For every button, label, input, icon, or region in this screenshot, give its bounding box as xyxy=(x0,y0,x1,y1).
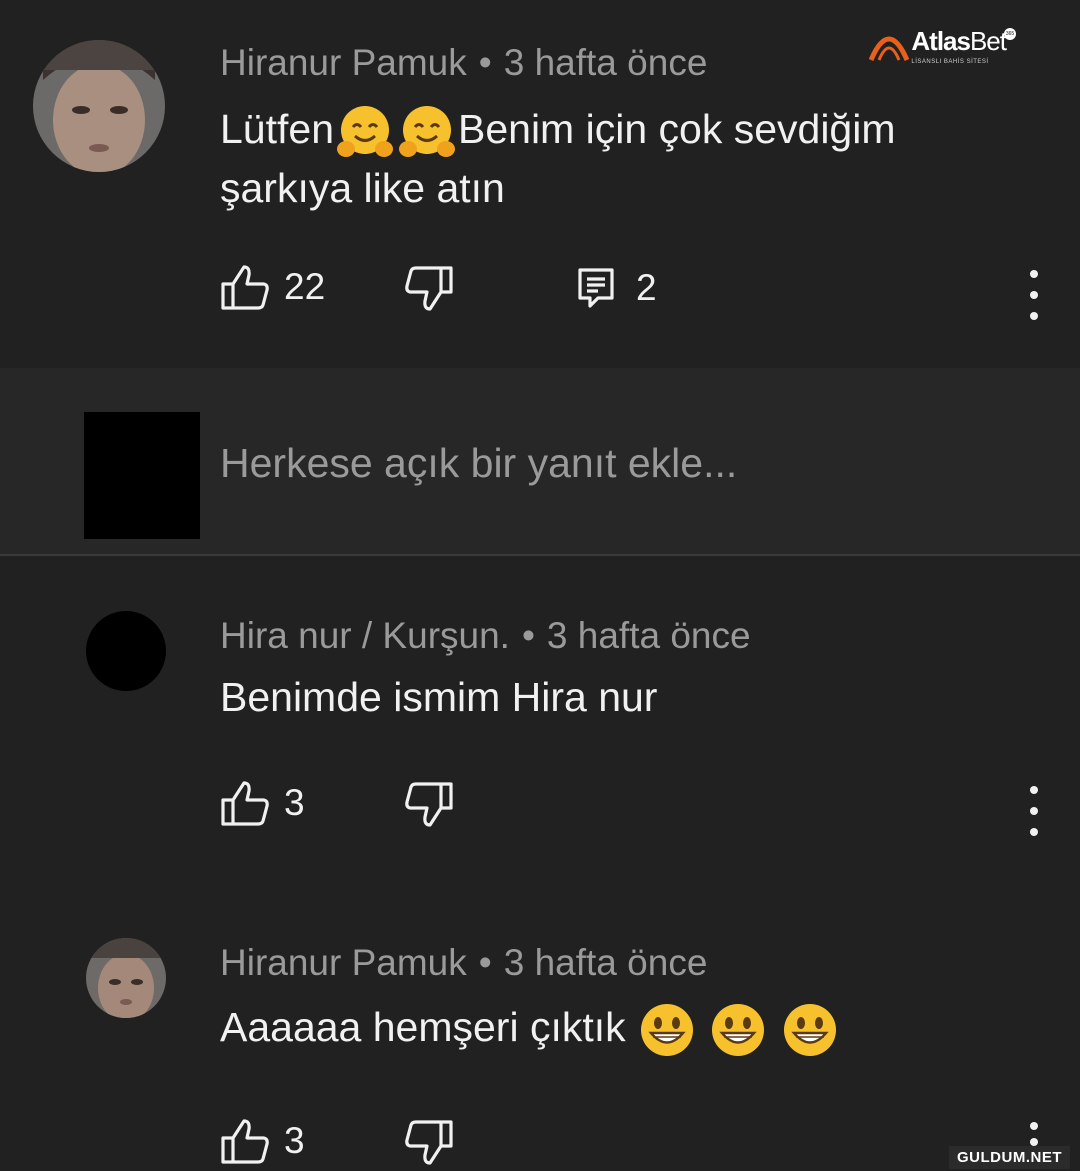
atlasbet-logo: AtlasBet LİSANSLI BAHİS SİTESİ 365 xyxy=(869,26,1016,65)
comment-author[interactable]: Hiranur Pamuk xyxy=(220,942,467,983)
comment-text: Lütfen Benim için çok sevdiğim şarkıya li… xyxy=(220,102,1020,216)
avatar[interactable] xyxy=(86,611,166,691)
more-dot xyxy=(1030,786,1038,794)
comment-icon xyxy=(578,268,614,308)
thumbs-up-icon xyxy=(221,1119,269,1164)
hugging-face-icon xyxy=(399,106,455,158)
dislike-button[interactable] xyxy=(404,1118,454,1168)
dislike-button[interactable] xyxy=(404,780,454,830)
comment-time: 3 hafta önce xyxy=(546,615,751,656)
user-avatar xyxy=(84,412,200,539)
dislike-button[interactable] xyxy=(404,264,454,314)
like-count: 3 xyxy=(284,1120,305,1161)
comment-time: 3 hafta önce xyxy=(503,942,708,983)
hugging-face-icon xyxy=(337,106,393,158)
avatar[interactable] xyxy=(86,938,166,1018)
comment-meta: Hira nur / Kurşun. • 3 hafta önce xyxy=(220,615,751,657)
more-dot xyxy=(1030,270,1038,278)
more-options-button[interactable] xyxy=(1024,270,1044,320)
meta-separator: • xyxy=(478,42,492,83)
comment-actions: 22 2 xyxy=(220,262,1060,322)
logo-subtitle: LİSANSLI BAHİS SİTESİ xyxy=(911,59,989,65)
like-count: 22 xyxy=(284,266,326,307)
like-button[interactable]: 3 xyxy=(220,778,305,828)
reply-count-button[interactable]: 2 xyxy=(576,266,657,310)
site-watermark: GULDUM.NET xyxy=(949,1146,1070,1169)
thumbs-down-icon xyxy=(405,266,453,311)
meta-separator: • xyxy=(478,942,492,983)
comment-text: Aaaaaa hemşeri çıktık xyxy=(220,1000,1020,1058)
comment-text: Benimde ismim Hira nur xyxy=(220,674,658,720)
logo-badge: 365 xyxy=(1004,28,1016,40)
more-dot xyxy=(1030,1122,1038,1130)
thumbs-down-icon xyxy=(405,1120,453,1165)
grinning-face-icon xyxy=(641,1004,694,1057)
meta-separator: • xyxy=(521,615,535,656)
comment-author[interactable]: Hiranur Pamuk xyxy=(220,42,467,83)
more-dot xyxy=(1030,312,1038,320)
more-dot xyxy=(1030,828,1038,836)
thumbs-up-icon xyxy=(221,265,269,310)
like-button[interactable]: 22 xyxy=(220,262,325,312)
more-options-button[interactable] xyxy=(1024,786,1044,836)
grinning-face-icon xyxy=(712,1004,765,1057)
reply-comment: Hiranur Pamuk • 3 hafta önce Aaaaaa hemşer… xyxy=(0,888,1080,1171)
comment-actions: 3 xyxy=(220,1110,1060,1170)
thumbs-up-icon xyxy=(221,781,269,826)
avatar[interactable] xyxy=(33,40,165,172)
reply-comment: Hira nur / Kurşun. • 3 hafta önce Benimde … xyxy=(0,558,1080,888)
comment-meta: Hiranur Pamuk • 3 hafta önce xyxy=(220,942,707,984)
reply-input[interactable]: Herkese açık bir yanıt ekle... xyxy=(220,440,737,487)
logo-name: AtlasBet xyxy=(911,26,1007,56)
grinning-face-icon xyxy=(783,1004,836,1057)
more-dot xyxy=(1030,1138,1038,1146)
comment-meta: Hiranur Pamuk • 3 hafta önce xyxy=(220,42,707,84)
like-button[interactable]: 3 xyxy=(220,1116,305,1166)
comment-time: 3 hafta önce xyxy=(503,42,708,83)
comment-author[interactable]: Hira nur / Kurşun. xyxy=(220,615,510,656)
comment-thread-main: Hiranur Pamuk • 3 hafta önce AtlasBet LİSA… xyxy=(0,0,1080,368)
comment-actions: 3 xyxy=(220,778,1060,838)
thumbs-down-icon xyxy=(405,782,453,827)
more-dot xyxy=(1030,291,1038,299)
like-count: 3 xyxy=(284,782,305,823)
reply-count: 2 xyxy=(636,267,657,308)
atlasbet-arch-icon xyxy=(869,36,910,62)
more-dot xyxy=(1030,807,1038,815)
